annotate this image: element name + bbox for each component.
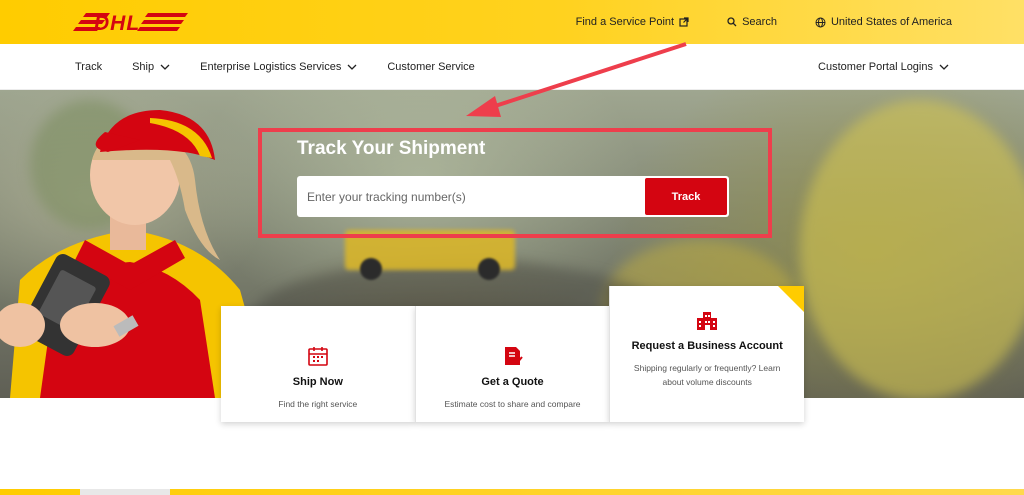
- quick-action-cards: Ship Now Find the right service Get a Qu…: [221, 286, 805, 422]
- bottom-yellow-strip: [0, 489, 1024, 495]
- nav-item-ship[interactable]: Ship: [132, 61, 170, 73]
- building-icon: [697, 312, 718, 330]
- nav-item-label: Ship: [132, 61, 155, 73]
- nav-item-label: Enterprise Logistics Services: [200, 61, 342, 73]
- nav-item-label: Customer Portal Logins: [818, 61, 933, 73]
- bottom-strip-gap: [80, 489, 170, 495]
- country-selector[interactable]: United States of America: [815, 16, 952, 28]
- card-description: Shipping regularly or frequently? Learn …: [633, 363, 781, 387]
- logo-text: DHL: [94, 12, 140, 33]
- nav-item-label: Track: [75, 61, 103, 73]
- background-foliage: [800, 100, 1024, 398]
- dhl-logo[interactable]: DHL: [72, 11, 190, 33]
- chevron-down-icon: [160, 64, 170, 70]
- search-link[interactable]: Search: [727, 16, 777, 28]
- search-label: Search: [742, 16, 777, 28]
- globe-icon: [815, 17, 826, 27]
- customer-portal-logins[interactable]: Customer Portal Logins: [818, 61, 949, 73]
- find-service-point-link[interactable]: Find a Service Point: [576, 16, 689, 28]
- card-title: Request a Business Account: [631, 340, 783, 352]
- business-account-card[interactable]: Request a Business Account Shipping regu…: [609, 286, 805, 422]
- card-title: Get a Quote: [481, 376, 544, 388]
- find-service-point-label: Find a Service Point: [575, 16, 675, 28]
- main-nav: Track Ship Enterprise Logistics Services…: [0, 44, 1024, 90]
- van-wheel: [478, 258, 500, 280]
- card-description: Estimate cost to share and compare: [444, 399, 581, 409]
- ship-now-card[interactable]: Ship Now Find the right service: [221, 306, 415, 422]
- nav-item-track[interactable]: Track: [75, 61, 102, 73]
- top-bar: DHL Find a Service Point Search United S…: [0, 0, 1024, 44]
- chevron-down-icon: [939, 64, 949, 70]
- card-corner-accent: [778, 286, 805, 312]
- get-quote-card[interactable]: Get a Quote Estimate cost to share and c…: [414, 306, 610, 422]
- search-icon: [727, 17, 737, 27]
- chevron-down-icon: [347, 64, 357, 70]
- calendar-icon: [308, 347, 328, 366]
- nav-item-customer-service[interactable]: Customer Service: [387, 61, 474, 73]
- quote-document-icon: [504, 347, 523, 365]
- external-link-icon: [679, 17, 689, 27]
- nav-item-label: Customer Service: [387, 61, 475, 73]
- annotation-highlight-box: [258, 128, 772, 238]
- card-description: Find the right service: [278, 399, 358, 409]
- nav-item-enterprise-logistics[interactable]: Enterprise Logistics Services: [200, 61, 357, 73]
- country-label: United States of America: [830, 16, 952, 28]
- van-wheel: [360, 258, 382, 280]
- card-title: Ship Now: [292, 376, 343, 388]
